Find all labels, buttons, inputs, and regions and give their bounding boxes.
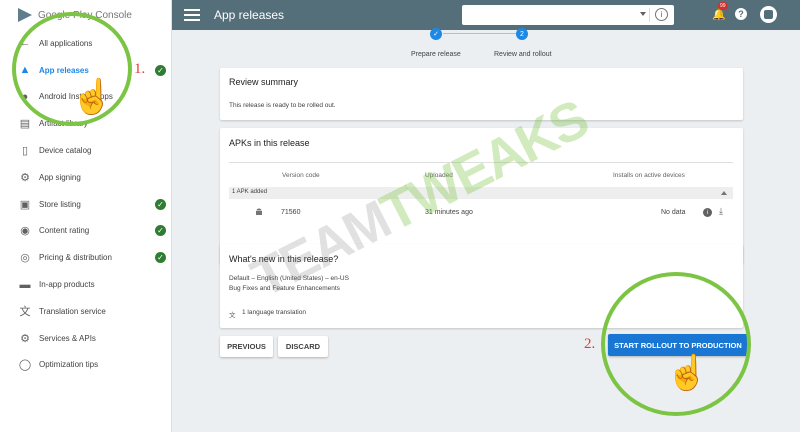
notification-badge: 99 — [718, 2, 728, 10]
sidebar-item-app-signing[interactable]: ⚙ App signing — [0, 164, 171, 191]
sidebar-item-label: App releases — [39, 65, 89, 75]
annotation-step-2: 2. — [584, 336, 596, 352]
col-installs-header: Installs on active devices — [613, 172, 685, 179]
sidebar-item-label: Content rating — [39, 226, 90, 236]
sidebar-item-label: Artifact library — [39, 119, 88, 129]
sidebar-item-services-apis[interactable]: ⚙ Services & APIs — [0, 325, 171, 352]
chevron-down-icon[interactable] — [640, 12, 646, 16]
android-icon — [256, 208, 262, 215]
step-1-label: Prepare release — [411, 51, 461, 58]
info-icon[interactable]: i — [703, 208, 712, 217]
translate-icon: 文 — [19, 306, 31, 319]
download-icon[interactable]: ⤓ — [719, 206, 723, 217]
step-complete-check-icon[interactable]: ✓ — [430, 28, 442, 40]
instant-icon: ● — [21, 90, 29, 103]
stepper-line — [443, 33, 516, 34]
divider — [649, 8, 650, 22]
menu-icon[interactable] — [184, 9, 200, 21]
translation-count[interactable]: 1 language translation — [242, 309, 306, 316]
brand-name: Google Play Console — [38, 9, 132, 21]
sidebar-item-store-listing[interactable]: ▣ Store listing ✓ — [0, 191, 171, 218]
whats-new-language: Default – English (United States) – en-U… — [229, 275, 349, 282]
chevron-up-icon[interactable] — [721, 191, 727, 195]
arrow-back-icon: ← — [19, 37, 31, 50]
apk-uploaded: 31 minutes ago — [425, 209, 473, 216]
review-summary-title: Review summary — [229, 77, 299, 87]
col-uploaded-header: Uploaded — [425, 172, 453, 179]
sidebar-item-label: All applications — [39, 38, 93, 48]
sidebar-item-label: Pricing & distribution — [39, 253, 112, 263]
help-icon[interactable]: ? — [735, 8, 747, 20]
sidebar-item-label: In-app products — [39, 280, 95, 290]
check-icon: ✓ — [155, 198, 166, 210]
app-selector[interactable]: i — [462, 5, 674, 25]
rocket-icon: ▲ — [19, 64, 31, 77]
sidebar-item-content-rating[interactable]: ◉ Content rating ✓ — [0, 218, 171, 245]
whats-new-notes: Bug Fixes and Feature Enhancements — [229, 285, 340, 292]
apks-title: APKs in this release — [229, 138, 310, 148]
review-summary-text: This release is ready to be rolled out. — [229, 102, 336, 109]
start-rollout-button[interactable]: START ROLLOUT TO PRODUCTION — [608, 334, 748, 356]
sidebar: Google Play Console ← All applications ▲… — [0, 0, 172, 432]
apk-group-row[interactable]: 1 APK added — [229, 187, 733, 199]
globe-icon: ◎ — [20, 252, 30, 265]
sidebar-item-optimization-tips[interactable]: ◯ Optimization tips — [0, 352, 171, 379]
annotation-step-1: 1. — [134, 61, 146, 77]
sidebar-item-device-catalog[interactable]: ▯ Device catalog — [0, 137, 171, 164]
card-icon: ▬ — [19, 278, 31, 291]
sidebar-item-label: Translation service — [39, 306, 106, 316]
sidebar-item-label: App signing — [39, 172, 81, 182]
rating-icon: ◉ — [20, 225, 30, 238]
key-icon: ⚙ — [20, 171, 30, 184]
apk-installs: No data — [661, 209, 686, 216]
check-icon: ✓ — [155, 64, 166, 76]
store-icon: ▣ — [19, 198, 31, 211]
whats-new-title: What's new in this release? — [229, 254, 339, 264]
hand-pointer-icon: ☝ — [666, 354, 709, 392]
check-icon: ✓ — [155, 225, 166, 237]
info-icon[interactable]: i — [655, 8, 668, 21]
sidebar-item-all-applications[interactable]: ← All applications — [0, 30, 171, 57]
play-console-logo-icon — [18, 8, 32, 22]
step-2-indicator[interactable]: 2 — [516, 28, 528, 40]
divider — [229, 162, 733, 163]
discard-button[interactable]: DISCARD — [278, 336, 328, 357]
device-icon: ▯ — [21, 145, 29, 158]
apk-group-label: 1 APK added — [232, 189, 268, 195]
col-version-header: Version code — [282, 172, 320, 179]
check-icon: ✓ — [155, 252, 166, 264]
review-summary-card: Review summary This release is ready to … — [220, 68, 743, 120]
sidebar-item-translation-service[interactable]: 文 Translation service — [0, 298, 171, 325]
whats-new-card: What's new in this release? Default – En… — [220, 244, 743, 328]
avatar[interactable] — [760, 6, 777, 23]
previous-button[interactable]: PREVIOUS — [220, 336, 273, 357]
library-icon: ▤ — [19, 118, 31, 131]
notifications-icon[interactable]: 🔔 99 — [712, 2, 728, 21]
sidebar-item-label: Services & APIs — [39, 333, 96, 343]
top-app-bar: App releases i 🔔 99 ? — [172, 0, 800, 30]
gear-icon: ⚙ — [20, 332, 30, 345]
apk-version-code: 71560 — [281, 209, 301, 216]
sidebar-item-label: Device catalog — [39, 146, 92, 156]
stepper: ✓ 2 Prepare release Review and rollout — [172, 28, 800, 62]
bulb-icon: ◯ — [18, 359, 32, 372]
page-title: App releases — [214, 8, 285, 22]
sidebar-item-label: Optimization tips — [39, 360, 99, 370]
sidebar-item-in-app-products[interactable]: ▬ In-app products — [0, 271, 171, 298]
translate-icon: 文 — [229, 312, 236, 319]
sidebar-item-label: Store listing — [39, 199, 81, 209]
sidebar-item-pricing-distribution[interactable]: ◎ Pricing & distribution ✓ — [0, 244, 171, 271]
step-2-label: Review and rollout — [494, 51, 552, 58]
brand[interactable]: Google Play Console — [0, 0, 171, 30]
hand-pointer-icon: ☝ — [71, 78, 114, 116]
